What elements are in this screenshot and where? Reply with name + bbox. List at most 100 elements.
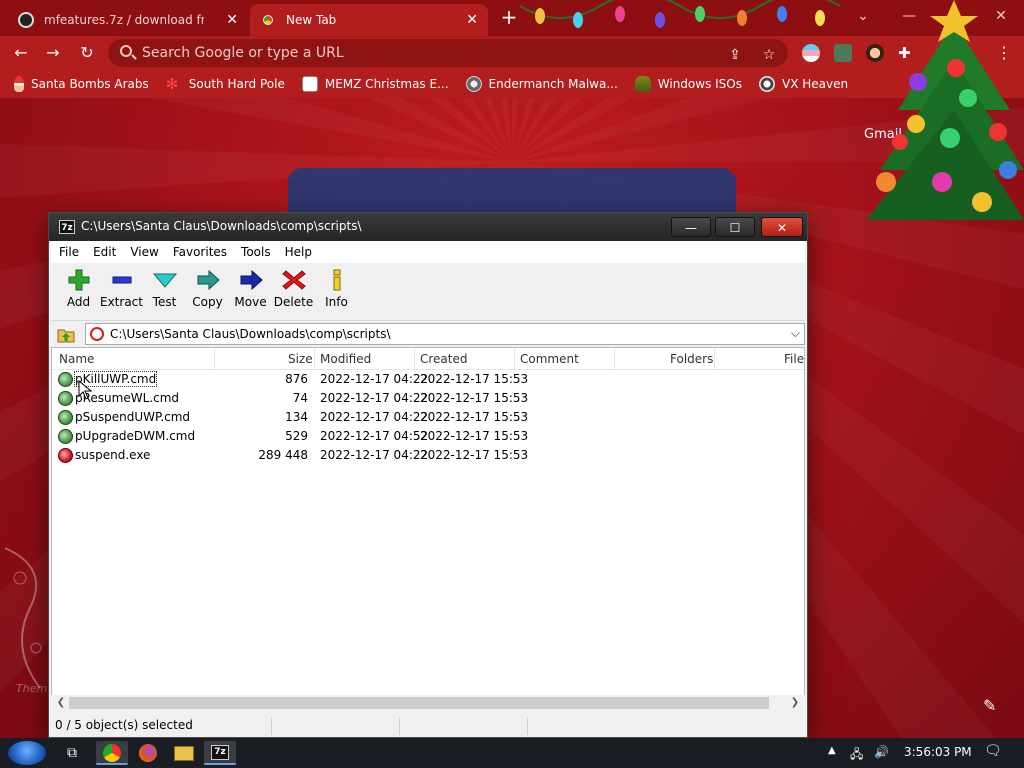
menu-file[interactable]: File (59, 245, 79, 259)
column-modified[interactable]: Modified (320, 352, 371, 366)
copy-button[interactable]: Copy (186, 263, 229, 321)
extension-flag-icon[interactable] (802, 44, 820, 62)
sevenzip-titlebar[interactable]: 7z C:\Users\Santa Claus\Downloads\comp\s… (49, 213, 807, 241)
delete-button[interactable]: Delete (272, 263, 315, 321)
back-arrow-icon[interactable]: ← (10, 42, 32, 64)
column-divider[interactable] (214, 348, 215, 370)
selection-status: 0 / 5 object(s) selected (55, 718, 193, 732)
file-explorer-taskbar-button[interactable] (168, 741, 200, 765)
show-hidden-icons-icon[interactable]: ▲ (828, 745, 836, 756)
column-file[interactable]: File (784, 352, 804, 366)
column-divider[interactable] (314, 348, 315, 370)
notifications-icon[interactable]: 🗨 (984, 743, 1002, 759)
status-divider (527, 717, 528, 735)
close-tab-icon[interactable]: ✕ (466, 12, 478, 28)
network-icon[interactable]: 🖧 (850, 745, 863, 766)
bookmark-star-icon[interactable]: ☆ (760, 46, 778, 64)
column-divider[interactable] (414, 348, 415, 370)
column-name[interactable]: Name (59, 352, 94, 366)
cmd-file-icon (58, 410, 73, 425)
menu-edit[interactable]: Edit (93, 245, 116, 259)
column-folders[interactable]: Folders (670, 352, 713, 366)
minimize-button[interactable]: — (671, 217, 711, 237)
tab-mfeatures[interactable]: mfeatures.7z / download from ✕ (8, 4, 248, 36)
horizontal-scrollbar[interactable]: ❮ ❯ (51, 695, 805, 711)
close-tab-icon[interactable]: ✕ (226, 12, 238, 28)
test-label: Test (152, 295, 177, 309)
file-created: 2022-12-17 15:53 (420, 410, 529, 424)
file-row[interactable]: suspend.exe 289 448 2022-12-17 04:22 202… (52, 446, 804, 465)
column-divider[interactable] (614, 348, 615, 370)
folder-up-icon[interactable] (57, 325, 75, 343)
file-list[interactable]: Name Size Modified Created Comment Folde… (51, 347, 805, 697)
file-size: 134 (285, 410, 308, 424)
bookmark-label: MEMZ Christmas E... (324, 77, 449, 91)
bookmark-memz[interactable]: MEMZ Christmas E... (301, 76, 449, 92)
customize-pencil-icon[interactable]: ✎ (983, 696, 996, 715)
folder-icon (174, 746, 194, 761)
test-button[interactable]: Test (143, 263, 186, 321)
path-disk-icon (90, 327, 104, 341)
chevron-down-icon[interactable]: ⌵ (791, 326, 800, 341)
share-icon[interactable]: ⇪ (726, 46, 744, 64)
reload-icon[interactable]: ↻ (76, 42, 98, 64)
file-modified: 2022-12-17 04:52 (320, 429, 429, 443)
toolbar: Add Extract Test Copy Move Delete Info (51, 263, 805, 321)
menu-tools[interactable]: Tools (241, 245, 271, 259)
file-row[interactable]: pKillUWP.cmd 876 2022-12-17 04:22 2022-1… (52, 370, 804, 389)
add-button[interactable]: Add (57, 263, 100, 321)
column-created[interactable]: Created (420, 352, 468, 366)
menu-favorites[interactable]: Favorites (173, 245, 227, 259)
extract-button[interactable]: Extract (100, 263, 143, 321)
menu-view[interactable]: View (130, 245, 158, 259)
list-header: Name Size Modified Created Comment Folde… (52, 348, 804, 370)
bookmark-south-hard-pole[interactable]: ✻ South Hard Pole (166, 76, 285, 92)
clock[interactable]: 3:56:03 PM (904, 745, 972, 759)
sevenzip-taskbar-button[interactable]: 7z (204, 741, 236, 765)
scroll-left-icon[interactable]: ❮ (53, 695, 69, 711)
column-divider[interactable] (514, 348, 515, 370)
file-row[interactable]: pSuspendUWP.cmd 134 2022-12-17 04:22 202… (52, 408, 804, 427)
extension-s-icon[interactable] (834, 44, 852, 62)
info-i-icon (333, 269, 340, 291)
tab-new-tab[interactable]: New Tab ✕ (250, 4, 488, 36)
scroll-right-icon[interactable]: ❯ (787, 695, 803, 711)
omnibox[interactable]: Search Google or type a URL ⇪ ☆ (108, 39, 788, 67)
bookmark-vx-heaven[interactable]: VX Heaven (759, 76, 848, 92)
bookmark-endermanch[interactable]: Endermanch Malwa... (465, 76, 618, 92)
bookmark-label: Santa Bombs Arabs (31, 77, 149, 91)
maximize-button[interactable]: ☐ (715, 217, 755, 237)
file-row[interactable]: pUpgradeDWM.cmd 529 2022-12-17 04:52 202… (52, 427, 804, 446)
file-modified: 2022-12-17 04:22 (320, 372, 429, 386)
file-row[interactable]: pResumeWL.cmd 74 2022-12-17 04:22 2022-1… (52, 389, 804, 408)
christmas-lights-decoration (520, 0, 840, 28)
scroll-thumb[interactable] (69, 697, 769, 709)
path-combobox[interactable]: C:\Users\Santa Claus\Downloads\comp\scri… (85, 323, 805, 345)
new-tab-button[interactable]: + (498, 6, 520, 28)
column-comment[interactable]: Comment (520, 352, 579, 366)
volume-icon[interactable]: 🔊 (874, 745, 889, 759)
santa-icon (14, 76, 24, 92)
endermanch-icon (465, 76, 482, 92)
mouse-cursor-icon (78, 380, 92, 400)
move-button[interactable]: Move (229, 263, 272, 321)
file-created: 2022-12-17 15:53 (420, 448, 529, 462)
close-button[interactable]: ✕ (761, 217, 803, 237)
bookmark-windows-isos[interactable]: Windows ISOs (634, 76, 742, 92)
column-divider[interactable] (714, 348, 715, 370)
bookmark-santa-bombs-arabs[interactable]: Santa Bombs Arabs (14, 76, 149, 92)
start-orb-icon[interactable] (8, 741, 46, 765)
column-size[interactable]: Size (288, 352, 313, 366)
task-view-icon[interactable]: ⧉ (56, 741, 88, 765)
file-modified: 2022-12-17 04:22 (320, 391, 429, 405)
file-name: pSuspendUWP.cmd (75, 410, 191, 424)
firefox-icon (139, 744, 157, 762)
forward-arrow-icon[interactable]: → (42, 42, 64, 64)
info-button[interactable]: Info (315, 263, 358, 321)
address-bar: C:\Users\Santa Claus\Downloads\comp\scri… (51, 321, 805, 347)
firefox-taskbar-button[interactable] (132, 741, 164, 765)
chrome-taskbar-button[interactable] (96, 741, 128, 765)
window-title: C:\Users\Santa Claus\Downloads\comp\scri… (81, 219, 362, 233)
menu-help[interactable]: Help (285, 245, 312, 259)
theme-credit-text[interactable]: Them (16, 682, 47, 695)
